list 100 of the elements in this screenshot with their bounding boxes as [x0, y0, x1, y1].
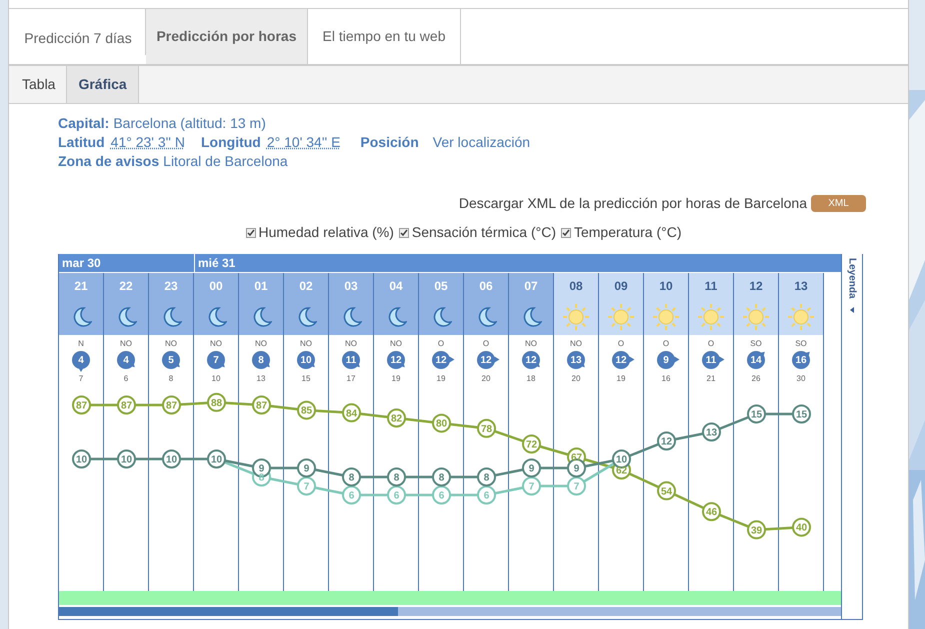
data-point: [207, 392, 226, 412]
wind-arrow-icon: [720, 356, 724, 362]
data-point: [297, 476, 316, 496]
data-label: 6: [394, 490, 400, 502]
data-label: 46: [706, 507, 718, 518]
wind-speed-badge: 5: [162, 351, 180, 369]
caret-icon: [850, 306, 854, 313]
hour-label: 00: [209, 278, 223, 295]
hour-label: 05: [434, 278, 448, 295]
wind-direction: SO: [795, 339, 807, 349]
wind-arrow-icon: [219, 362, 227, 370]
hour-label: 09: [614, 278, 628, 295]
wind-arrow-icon: [399, 362, 407, 370]
wind-speed-badge: 12: [522, 351, 540, 369]
data-label: 87: [120, 400, 132, 412]
data-label: 54: [660, 486, 672, 498]
gust-value: 15: [302, 373, 310, 385]
wind-direction: NO: [120, 339, 132, 349]
sun-icon: [742, 303, 770, 331]
wind-speed-badge: 7: [207, 351, 225, 369]
scrollbar[interactable]: [59, 607, 841, 616]
wind-direction: O: [662, 339, 670, 349]
gust-value: 16: [662, 373, 670, 385]
wind-arrow-icon: [674, 356, 680, 362]
wind-direction: O: [618, 339, 624, 349]
download-text: Descargar XML de la predicción por horas de Barcelona: [458, 194, 807, 213]
data-label: 80: [436, 418, 448, 430]
wind-speed-badge: 8: [252, 351, 270, 369]
scrollbar-thumb[interactable]: [59, 607, 398, 616]
data-label: 7: [528, 482, 534, 492]
hour-label: 06: [479, 278, 493, 295]
wind-speed-badge: 9: [657, 351, 675, 369]
hour-label: 21: [74, 278, 88, 295]
data-label: 7: [574, 482, 580, 492]
hour-label: 03: [344, 278, 358, 295]
info-value: 41° 23' 3'' N: [110, 133, 185, 152]
data-point: [207, 450, 226, 468]
data-label: 9: [258, 464, 264, 474]
wind-speed-badge: 11: [342, 351, 360, 369]
info-value: Litoral de Barcelona: [163, 152, 288, 171]
data-point: [657, 481, 676, 500]
data-point: [252, 396, 271, 414]
sun-icon: [787, 303, 815, 331]
data-point: [162, 450, 181, 468]
hour-label: 22: [119, 278, 133, 295]
wind-direction: O: [708, 339, 714, 349]
wind-direction: NO: [255, 339, 267, 349]
wind-speed-badge: 12: [612, 351, 630, 369]
data-label: 87: [76, 400, 88, 412]
data-point: [432, 486, 451, 504]
data-label: 72: [526, 440, 538, 450]
day-label: mié 31: [194, 254, 841, 272]
tab[interactable]: Predicción por horas: [146, 9, 308, 64]
legend-tab[interactable]: Leyenda: [841, 254, 863, 620]
data-point: [162, 396, 181, 414]
data-point: [342, 486, 361, 504]
wind-direction: NO: [570, 339, 582, 349]
wind-speed-badge: 12: [387, 351, 405, 369]
data-label: 13: [706, 428, 718, 438]
wind-speed-badge: 4: [72, 351, 90, 369]
wind-arrow-icon: [630, 356, 634, 362]
hour-label: 07: [524, 278, 538, 295]
xml-button[interactable]: XML: [811, 195, 866, 212]
data-label: 84: [346, 408, 358, 420]
data-point: [792, 404, 811, 424]
info-label: Posición: [360, 133, 419, 152]
wind-direction: NO: [210, 339, 222, 349]
wind-speed-badge: 12: [432, 351, 450, 369]
data-point: [522, 476, 541, 496]
data-point: [432, 414, 451, 433]
location-link[interactable]: Ver localización: [432, 133, 530, 152]
gust-value: 20: [482, 373, 490, 385]
hour-label: 13: [794, 278, 808, 295]
data-point: [522, 434, 541, 454]
checkbox-label: Sensación térmica (°C): [412, 223, 556, 242]
checkbox[interactable]: [560, 228, 571, 238]
data-label: 8: [438, 472, 444, 484]
data-label: 9: [528, 464, 534, 474]
gust-value: 19: [616, 373, 626, 385]
wind-speed-badge: 13: [567, 351, 585, 369]
checkbox-label: Humedad relativa (%): [258, 223, 394, 242]
data-label: 10: [166, 454, 178, 466]
checkbox[interactable]: [246, 228, 256, 238]
wind-direction: O: [482, 339, 490, 349]
sun-icon: [607, 303, 635, 331]
wind-direction: SO: [750, 339, 762, 349]
data-point: [747, 404, 766, 424]
wind-direction: O: [438, 339, 444, 349]
wind-arrow-icon: [78, 367, 84, 372]
data-point: [387, 468, 406, 486]
hour-label: 02: [299, 278, 313, 295]
data-point: [297, 400, 316, 420]
hour-label: 08: [569, 278, 583, 295]
data-point: [72, 396, 91, 414]
subtab[interactable]: Gráfica: [67, 66, 139, 103]
data-label: 39: [750, 525, 762, 536]
data-point: [477, 486, 496, 504]
data-label: 6: [438, 490, 444, 502]
checkbox[interactable]: [398, 228, 409, 238]
data-point: [747, 520, 766, 540]
